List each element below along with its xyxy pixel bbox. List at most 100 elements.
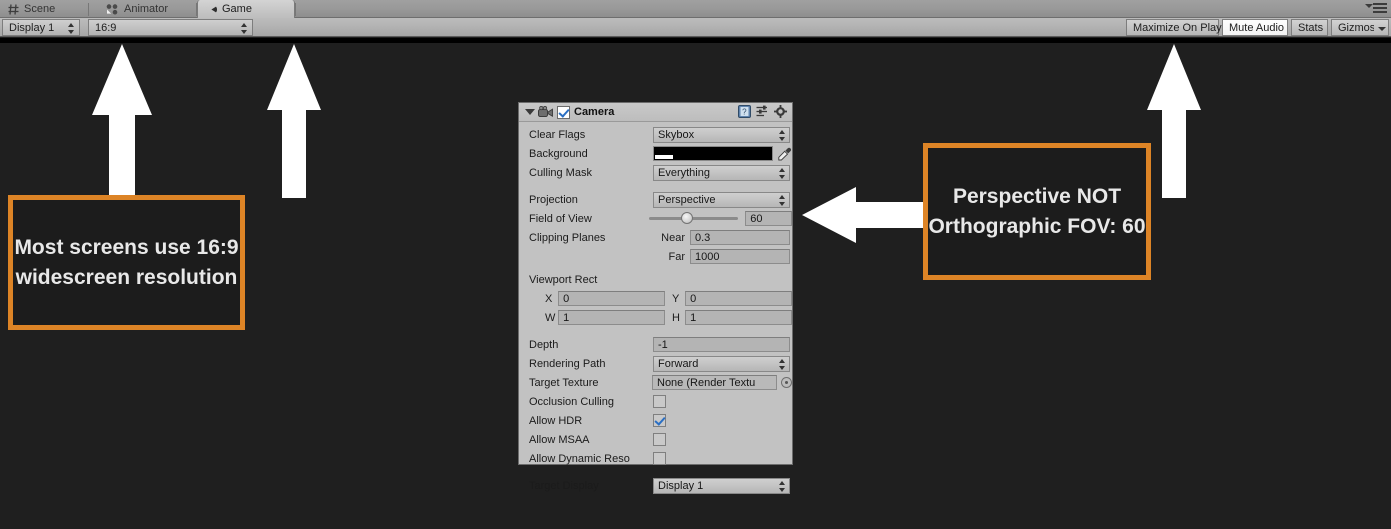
gamepad-icon [206,4,217,14]
depth-field[interactable]: -1 [653,337,790,352]
arrow-up-aspect [92,44,152,205]
gizmos-dropdown-caret[interactable] [1374,19,1389,36]
row-viewport-wh: W 1 H 1 [519,309,792,326]
allow-dynamic-resolution-label: Allow Dynamic Reso [529,452,630,465]
game-view-toolbar: Display 1 16:9 Scale 1x Maximize On Play… [0,18,1391,55]
background-color-swatch[interactable] [653,146,773,161]
maximize-on-play-button[interactable]: Maximize On Play [1126,19,1222,36]
tab-animator[interactable]: Animator [98,0,198,18]
aspect-ratio-dropdown[interactable]: 16:9 [88,19,253,36]
row-target-texture: Target Texture None (Render Textu [519,374,792,391]
viewport-x-field[interactable]: 0 [558,291,665,306]
clear-flags-dropdown[interactable]: Skybox [653,126,790,143]
target-texture-field[interactable]: None (Render Textu [652,375,778,390]
viewport-x-label: X [545,292,553,305]
mute-audio-button[interactable]: Mute Audio [1222,19,1288,36]
fov-slider-track[interactable] [649,212,739,224]
tab-game-label: Game [222,3,252,15]
rendering-path-value: Forward [658,357,699,370]
viewport-h-field[interactable]: 1 [685,310,792,325]
component-header-icons: ? [738,105,787,118]
row-depth: Depth -1 [519,336,792,353]
camera-component-header[interactable]: Camera ? [519,103,792,122]
arrow-left-projection [802,187,923,243]
row-projection: Projection Perspective [519,191,792,208]
culling-mask-value: Everything [658,166,710,179]
culling-mask-label: Culling Mask [529,166,592,179]
target-texture-value: None (Render Textu [657,376,756,389]
viewport-rect-label: Viewport Rect [529,273,598,286]
target-display-label: Target Display [529,479,599,492]
arrow-up-display [267,44,321,198]
row-target-display: Target Display Display 1 [519,477,792,494]
panel-menu-icon[interactable] [1365,3,1387,15]
target-texture-label: Target Texture [529,376,599,389]
culling-mask-dropdown[interactable]: Everything [653,164,790,181]
gear-icon[interactable] [774,105,787,118]
target-display-value: Display 1 [658,479,704,492]
row-viewport-xy: X 0 Y 0 [519,290,792,307]
chevron-updown-icon [241,23,248,34]
allow-msaa-label: Allow MSAA [529,433,590,446]
tab-divider-1 [88,3,89,16]
aspect-ratio-label: 16:9 [95,21,117,34]
row-allow-dynamic-resolution: Allow Dynamic Reso [519,450,792,467]
row-occlusion-culling: Occlusion Culling [519,393,792,410]
allow-hdr-checkbox[interactable] [653,414,666,427]
callout-projection: Perspective NOT Orthographic FOV: 60 [923,143,1151,280]
preset-icon[interactable] [756,105,769,118]
callout-aspect-ratio: Most screens use 16:9 widescreen resolut… [8,195,245,330]
target-texture-picker-icon[interactable] [781,377,792,388]
chevron-updown-icon [779,358,786,370]
svg-text:?: ? [742,107,747,116]
tab-game[interactable]: Game [197,0,295,18]
rendering-path-dropdown[interactable]: Forward [653,355,790,372]
field-of-view-label: Field of View [529,212,592,225]
camera-component-title: Camera [574,106,615,118]
tab-scene[interactable]: Scene [0,0,88,18]
fov-value-field[interactable]: 60 [745,211,792,226]
viewport-w-field[interactable]: 1 [558,310,665,325]
eyedropper-icon[interactable] [778,147,791,161]
row-background: Background [519,145,792,162]
stats-label: Stats [1298,21,1324,34]
gizmos-button[interactable]: Gizmos [1331,19,1377,36]
foldout-arrow-icon[interactable] [525,109,535,115]
far-label: Far [668,250,686,263]
help-icon[interactable]: ? [738,105,751,118]
row-viewport-rect-title: Viewport Rect [519,271,792,288]
occlusion-culling-checkbox[interactable] [653,395,666,408]
clear-flags-label: Clear Flags [529,128,586,141]
stats-button[interactable]: Stats [1291,19,1328,36]
chevron-updown-icon [779,194,786,206]
display-dropdown[interactable]: Display 1 [2,19,80,36]
projection-value: Perspective [658,193,716,206]
projection-dropdown[interactable]: Perspective [653,191,790,208]
chevron-updown-icon [779,129,786,141]
near-clip-field[interactable]: 0.3 [690,230,790,245]
row-clear-flags: Clear Flags Skybox [519,126,792,143]
camera-enabled-checkbox[interactable] [557,105,570,119]
allow-dynamic-resolution-checkbox[interactable] [653,452,666,465]
chevron-updown-icon [779,480,786,492]
callout-projection-text: Perspective NOT Orthographic FOV: 60 [928,184,1146,238]
target-display-dropdown[interactable]: Display 1 [653,477,790,494]
allow-msaa-checkbox[interactable] [653,433,666,446]
gizmos-label: Gizmos [1338,21,1376,34]
row-field-of-view: Field of View 60 [519,210,792,227]
near-label: Near [661,231,685,244]
viewport-y-field[interactable]: 0 [685,291,792,306]
far-clip-field[interactable]: 1000 [690,249,790,264]
chevron-updown-icon [68,23,75,34]
occlusion-culling-label: Occlusion Culling [529,395,614,408]
callout-aspect-ratio-text: Most screens use 16:9 widescreen resolut… [14,235,239,289]
background-label: Background [529,147,588,160]
row-culling-mask: Culling Mask Everything [519,164,792,181]
divider-spacer-1 [519,183,792,191]
display-dropdown-label: Display 1 [9,21,55,34]
viewport-y-value: 0 [690,292,697,305]
arrow-up-gizmos [1147,44,1201,198]
fov-slider-knob[interactable] [681,212,694,224]
divider-spacer-4 [519,469,792,477]
clipping-planes-label: Clipping Planes [529,231,606,244]
